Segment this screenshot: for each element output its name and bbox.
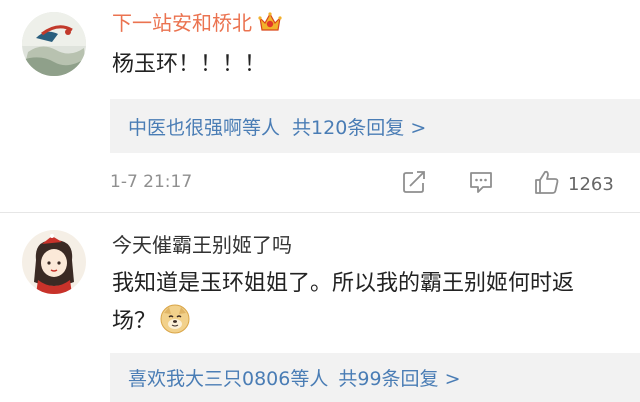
comment-text: 杨玉环！！！！ [112, 52, 267, 77]
comment-icon [468, 170, 494, 198]
share-button[interactable] [402, 170, 428, 198]
reply-summary[interactable]: 喜欢我大三只0806等人 共99条回复 > [110, 353, 640, 402]
username-text[interactable]: 下一站安和桥北 [112, 11, 252, 35]
like-button[interactable]: 1263 [534, 170, 614, 198]
share-icon [402, 170, 428, 198]
reply-users[interactable]: 中医也很强啊等人 [128, 113, 280, 140]
thumbs-up-icon [534, 169, 560, 199]
view-replies-link[interactable]: 中医也很强啊等人 共120条回复 > [128, 99, 426, 153]
avatar[interactable] [22, 12, 86, 76]
reply-count[interactable]: 共99条回复 > [338, 364, 460, 391]
reply-count[interactable]: 共120条回复 > [292, 113, 426, 140]
comment-actions: 1-7 21:17 1263 [0, 164, 640, 204]
crown-icon [258, 11, 282, 33]
timestamp: 1-7 21:17 [110, 172, 193, 192]
view-replies-link[interactable]: 喜欢我大三只0806等人 共99条回复 > [128, 353, 461, 402]
comment-text: 我知道是玉环姐姐了。所以我的霸王别姬何时返场？ [112, 265, 612, 341]
username[interactable]: 今天催霸王别姬了吗 [112, 233, 292, 257]
reply-summary[interactable]: 中医也很强啊等人 共120条回复 > [110, 99, 640, 153]
comment-item: 今天催霸王别姬了吗 我知道是玉环姐姐了。所以我的霸王别姬何时返场？ 喜欢我大三只… [0, 213, 640, 402]
like-count: 1263 [568, 173, 614, 195]
avatar[interactable] [22, 230, 86, 294]
doge-emoji-icon [160, 304, 190, 334]
reply-users[interactable]: 喜欢我大三只0806等人 [128, 364, 328, 391]
comment-item: 下一站安和桥北 杨玉环！！！！ 中医也很强啊等人 共120条回复 > 1-7 2… [0, 0, 640, 212]
username[interactable]: 下一站安和桥北 [112, 11, 282, 35]
comment-button[interactable] [468, 170, 494, 198]
